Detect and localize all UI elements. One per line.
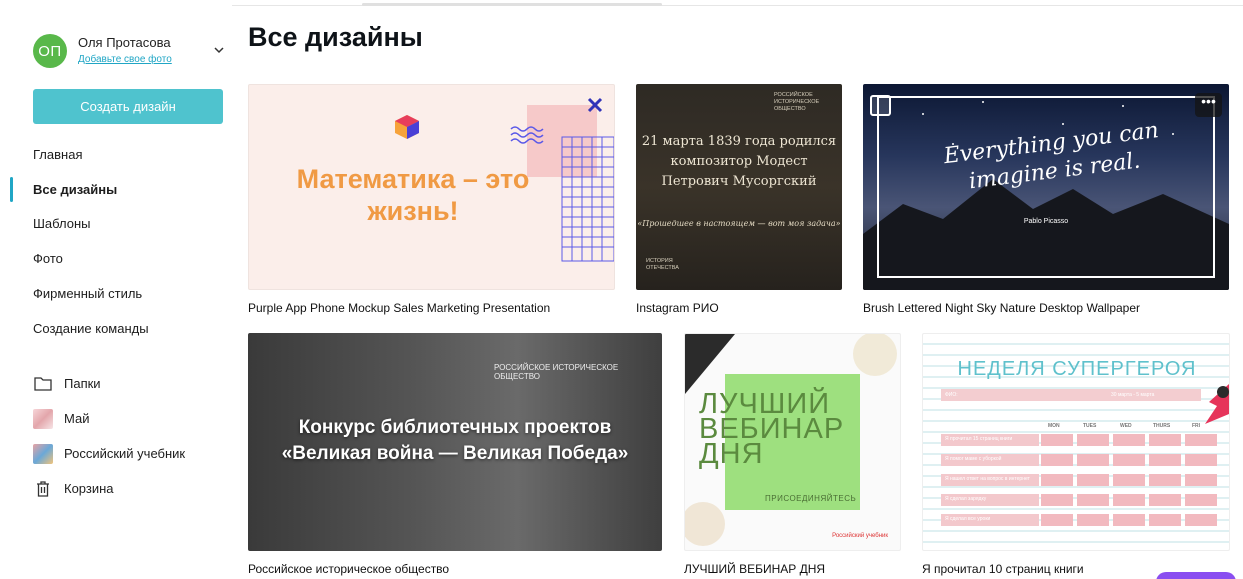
sidebar-item-trash[interactable]: Корзина: [0, 471, 232, 506]
task-row: Я помог маме с уборкой: [941, 454, 1039, 466]
day-header: TUES: [1083, 423, 1097, 429]
superhero-figure: [1205, 384, 1229, 424]
design-preview-quote: «Прошедшее в настоящем — вот моя задача»: [637, 219, 841, 228]
design-caption[interactable]: Purple App Phone Mockup Sales Marketing …: [248, 301, 550, 315]
folder-label: Российский учебник: [64, 446, 186, 461]
task-label: Я сделал зарядку: [945, 496, 987, 502]
task-row: Я сделал все уроки: [941, 514, 1039, 526]
day-header: FRI: [1192, 423, 1201, 429]
design-preview-line: Конкурс библиотечных проектов: [298, 417, 612, 438]
day-header: MON: [1048, 423, 1060, 429]
design-card[interactable]: НЕДЕЛЯ СУПЕРГЕРОЯ ФИО: 30 марта - 5 март…: [922, 333, 1230, 579]
sidebar-item-home[interactable]: Главная: [0, 137, 232, 172]
help-button[interactable]: [1156, 572, 1236, 579]
design-preview-dates: 30 марта - 5 марта: [1111, 392, 1155, 398]
design-card[interactable]: Everything you can imagine is real. Pabl…: [863, 84, 1229, 316]
design-card[interactable]: Российское историческое общество 21 март…: [636, 84, 842, 316]
select-checkbox[interactable]: [870, 95, 891, 116]
task-row: Я сделал зарядку: [941, 494, 1039, 506]
sidebar-item-folders[interactable]: Папки: [0, 366, 232, 401]
design-thumbnail[interactable]: Российское историческое общество Конкурс…: [248, 333, 662, 551]
user-menu[interactable]: ОП Оля Протасова Добавьте свое фото: [33, 33, 228, 69]
task-label: Я помог маме с уборкой: [945, 456, 1002, 462]
design-thumbnail[interactable]: Математика – это жизнь!: [248, 84, 615, 290]
design-preview-logo: Российское историческое общество: [494, 363, 619, 381]
create-design-button[interactable]: Создать дизайн: [33, 89, 223, 124]
folder-label: Корзина: [64, 481, 114, 496]
user-name: Оля Протасова: [78, 35, 171, 50]
sidebar-item-folder-textbook[interactable]: Российский учебник: [0, 436, 232, 471]
task-label: Я нашел ответ на вопрос в интернет: [945, 476, 1030, 482]
more-options-button[interactable]: •••: [1195, 93, 1222, 117]
folder-thumbnail-icon: [33, 443, 53, 464]
design-preview-author: Pablo Picasso: [1023, 218, 1069, 225]
design-preview-fio: ФИО:: [945, 392, 958, 398]
design-thumbnail[interactable]: НЕДЕЛЯ СУПЕРГЕРОЯ ФИО: 30 марта - 5 март…: [922, 333, 1230, 551]
page-title: Все дизайны: [248, 22, 423, 52]
tracker-grid: [1041, 434, 1217, 526]
sidebar-item-folder-may[interactable]: Май: [0, 401, 232, 436]
design-thumbnail[interactable]: Everything you can imagine is real. Pabl…: [863, 84, 1229, 290]
top-scrollbar: [232, 0, 1243, 6]
design-preview-text: НЕДЕЛЯ СУПЕРГЕРОЯ: [957, 358, 1197, 380]
chevron-down-icon[interactable]: [212, 43, 226, 57]
design-caption[interactable]: Instagram РИО: [636, 301, 719, 315]
design-thumbnail[interactable]: Российское историческое общество 21 март…: [636, 84, 842, 290]
design-preview-brand: Российский учебник: [832, 533, 888, 539]
design-preview-text: ЛУЧШИЙ ВЕБИНАР ДНЯ: [699, 388, 845, 470]
design-thumbnail[interactable]: ЛУЧШИЙ ВЕБИНАР ДНЯ ПРИСОЕДИНЯЙТЕСЬ Росси…: [684, 333, 901, 551]
day-header: WED: [1120, 423, 1132, 429]
task-row: Я прочитал 15 страниц книги: [941, 434, 1039, 446]
design-preview-text: Математика – это жизнь!: [296, 164, 530, 226]
sidebar-item-templates[interactable]: Шаблоны: [0, 207, 232, 242]
folder-thumbnail-icon: [33, 408, 53, 429]
design-preview-subtitle: ПРИСОЕДИНЯЙТЕСЬ: [765, 494, 857, 503]
design-caption[interactable]: Brush Lettered Night Sky Nature Desktop …: [863, 301, 1140, 315]
folder-icon: [33, 374, 53, 394]
design-preview-line: «Великая война — Великая Победа»: [281, 443, 629, 464]
design-caption[interactable]: Российское историческое общество: [248, 562, 449, 576]
sidebar-item-all-designs[interactable]: Все дизайны: [0, 172, 232, 207]
folder-label: Папки: [64, 376, 101, 391]
sidebar-item-photos[interactable]: Фото: [0, 241, 232, 276]
day-header: THURS: [1153, 423, 1171, 429]
add-photo-link[interactable]: Добавьте свое фото: [78, 53, 172, 67]
design-preview-logo-secondary: История Отечества: [646, 258, 679, 271]
design-caption[interactable]: ЛУЧШИЙ ВЕБИНАР ДНЯ: [684, 562, 825, 576]
design-card[interactable]: Математика – это жизнь! Purple App Phone…: [248, 84, 615, 316]
sidebar-item-create-team[interactable]: Создание команды: [0, 311, 232, 346]
design-preview-name-row: ФИО: 30 марта - 5 марта: [941, 389, 1201, 401]
design-preview-text: 21 марта 1839 года родился композитор Мо…: [641, 134, 837, 189]
avatar[interactable]: ОП: [33, 34, 67, 68]
sidebar: ОП Оля Протасова Добавьте свое фото Созд…: [0, 0, 232, 579]
sidebar-nav: Главная Все дизайны Шаблоны Фото Фирменн…: [0, 137, 232, 346]
design-caption[interactable]: Я прочитал 10 страниц книги: [922, 562, 1084, 576]
design-preview-text: Конкурс библиотечных проектов «Великая в…: [248, 415, 662, 467]
trash-icon: [33, 479, 53, 499]
task-label: Я сделал все уроки: [945, 516, 991, 522]
sidebar-item-brand-kit[interactable]: Фирменный стиль: [0, 276, 232, 311]
design-card[interactable]: ЛУЧШИЙ ВЕБИНАР ДНЯ ПРИСОЕДИНЯЙТЕСЬ Росси…: [684, 333, 901, 579]
folder-list: Папки Май Российский учебник Корзина: [0, 366, 232, 506]
task-row: Я нашел ответ на вопрос в интернет: [941, 474, 1039, 486]
folder-label: Май: [64, 411, 90, 426]
design-preview-logo: Российское историческое общество: [774, 92, 820, 112]
design-card[interactable]: Российское историческое общество Конкурс…: [248, 333, 662, 579]
task-label: Я прочитал 15 страниц книги: [945, 436, 1013, 442]
